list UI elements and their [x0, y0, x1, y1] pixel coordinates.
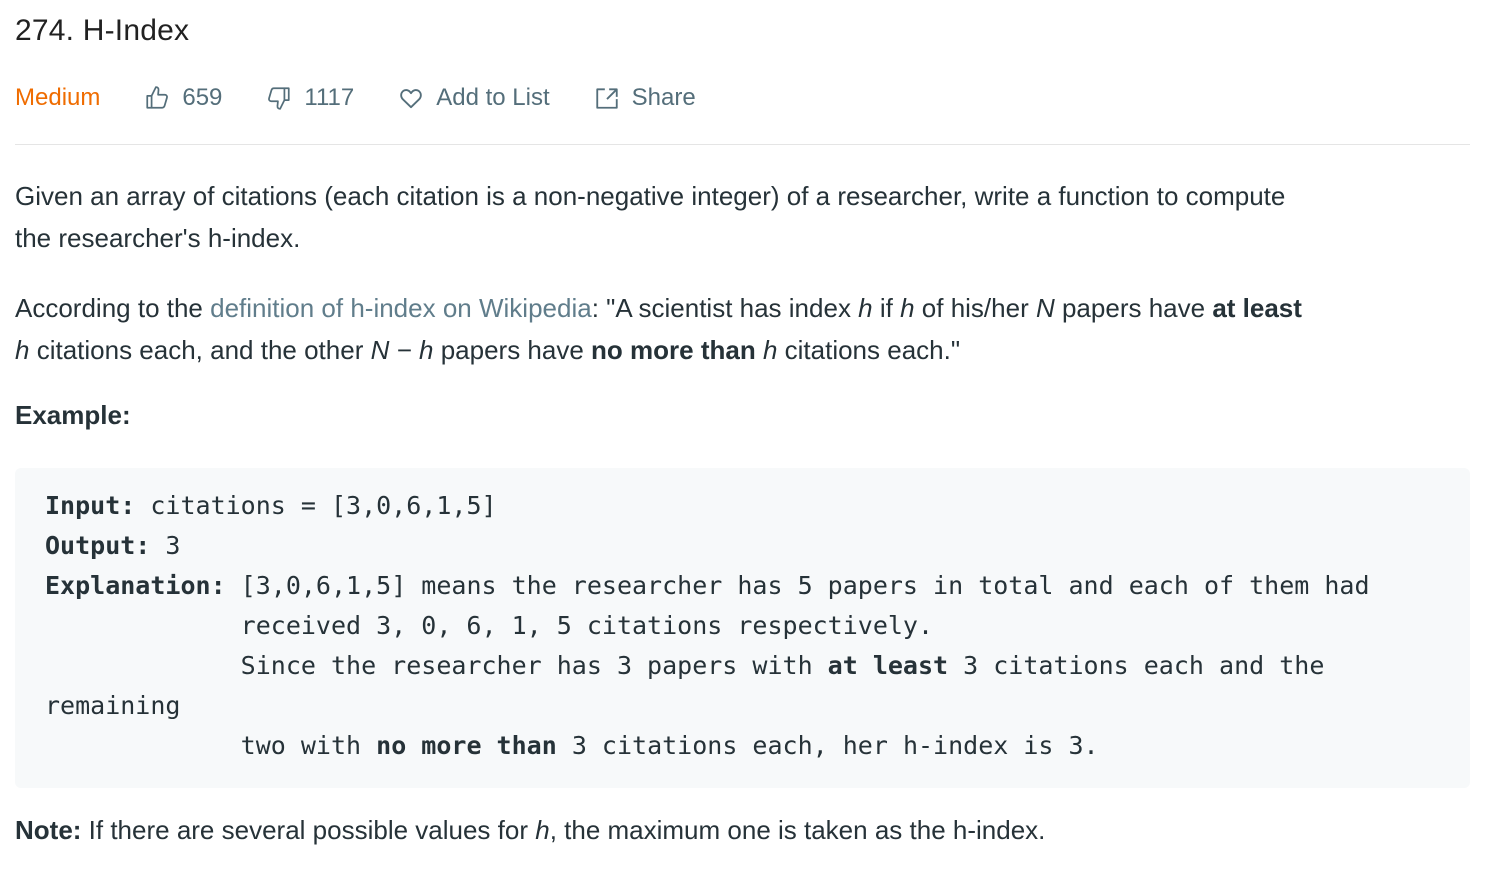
- like-count: 659: [182, 84, 223, 111]
- output-value: 3: [150, 531, 181, 560]
- share-button[interactable]: Share: [594, 84, 696, 112]
- math-h: h: [858, 293, 873, 323]
- math-h: h: [535, 815, 550, 845]
- explanation-label: Explanation:: [45, 571, 226, 600]
- emphasis-no-more-than: no more than: [376, 731, 557, 760]
- description-line: the researcher's h-index.: [15, 223, 301, 253]
- problem-note: Note: If there are several possible valu…: [15, 815, 1045, 846]
- heart-icon: [400, 89, 423, 109]
- text: if: [872, 293, 901, 323]
- explanation-line: received 3, 0, 6, 1, 5 citations respect…: [45, 611, 934, 640]
- add-to-list-label: Add to List: [436, 84, 550, 111]
- note-label: Note:: [15, 815, 82, 845]
- example-pre: Input: citations = [3,0,6,1,5] Output: 3…: [45, 486, 1370, 766]
- text: : "A scientist has index: [591, 293, 859, 323]
- wikipedia-definition-link[interactable]: definition of h-index on Wikipedia: [210, 293, 592, 323]
- text: papers have: [433, 335, 592, 365]
- like-button[interactable]: 659: [144, 84, 222, 112]
- description-paragraph-2: According to the definition of h-index o…: [15, 287, 1302, 371]
- explanation-line: [3,0,6,1,5] means the researcher has 5 p…: [225, 571, 1370, 600]
- description-line: Given an array of citations (each citati…: [15, 181, 1286, 211]
- math-h: h: [900, 293, 915, 323]
- explanation-line: 3 citations each, her h-index is 3.: [556, 731, 1099, 760]
- add-to-list-button[interactable]: Add to List: [398, 84, 550, 112]
- explanation-line: 3 citations each and the: [948, 651, 1325, 680]
- math-h: h: [762, 335, 778, 365]
- text: According to the: [15, 293, 211, 323]
- problem-meta-bar: Medium 659 1117 Add to List Share: [15, 80, 696, 116]
- explanation-line: two with: [45, 731, 377, 760]
- example-code-block: Input: citations = [3,0,6,1,5] Output: 3…: [15, 468, 1470, 788]
- emphasis-no-more-than: no more than: [591, 335, 756, 365]
- dislike-count: 1117: [304, 84, 355, 111]
- math-h: h: [15, 335, 30, 365]
- input-label: Input:: [45, 491, 136, 520]
- emphasis-at-least: at least: [827, 651, 949, 680]
- emphasis-at-least: at least: [1212, 293, 1302, 323]
- share-icon: [595, 88, 618, 109]
- output-label: Output:: [45, 531, 151, 560]
- share-label: Share: [631, 84, 696, 111]
- thumbs-up-icon: [146, 86, 169, 109]
- math-n-minus-h: N − h: [370, 335, 434, 365]
- explanation-line: remaining: [45, 691, 181, 720]
- math-n: N: [1035, 293, 1055, 323]
- text: citations each, and the other: [29, 335, 371, 365]
- explanation-line: Since the researcher has 3 papers with: [45, 651, 828, 680]
- text: papers have: [1054, 293, 1213, 323]
- text: , the maximum one is taken as the h-inde…: [549, 815, 1046, 845]
- thumbs-down-icon: [268, 87, 291, 110]
- difficulty-badge: Medium: [15, 84, 101, 111]
- dislike-button[interactable]: 1117: [266, 84, 354, 112]
- divider: [15, 144, 1470, 145]
- text: citations each.": [777, 335, 961, 365]
- text: If there are several possible values for: [81, 815, 536, 845]
- text: of his/her: [914, 293, 1036, 323]
- example-heading: Example:: [15, 400, 131, 430]
- problem-page: 274. H-Index Medium 659 1117 Add to List: [0, 0, 1496, 886]
- problem-title: 274. H-Index: [15, 14, 190, 47]
- input-value: citations = [3,0,6,1,5]: [135, 491, 497, 520]
- description-paragraph-1: Given an array of citations (each citati…: [15, 175, 1285, 259]
